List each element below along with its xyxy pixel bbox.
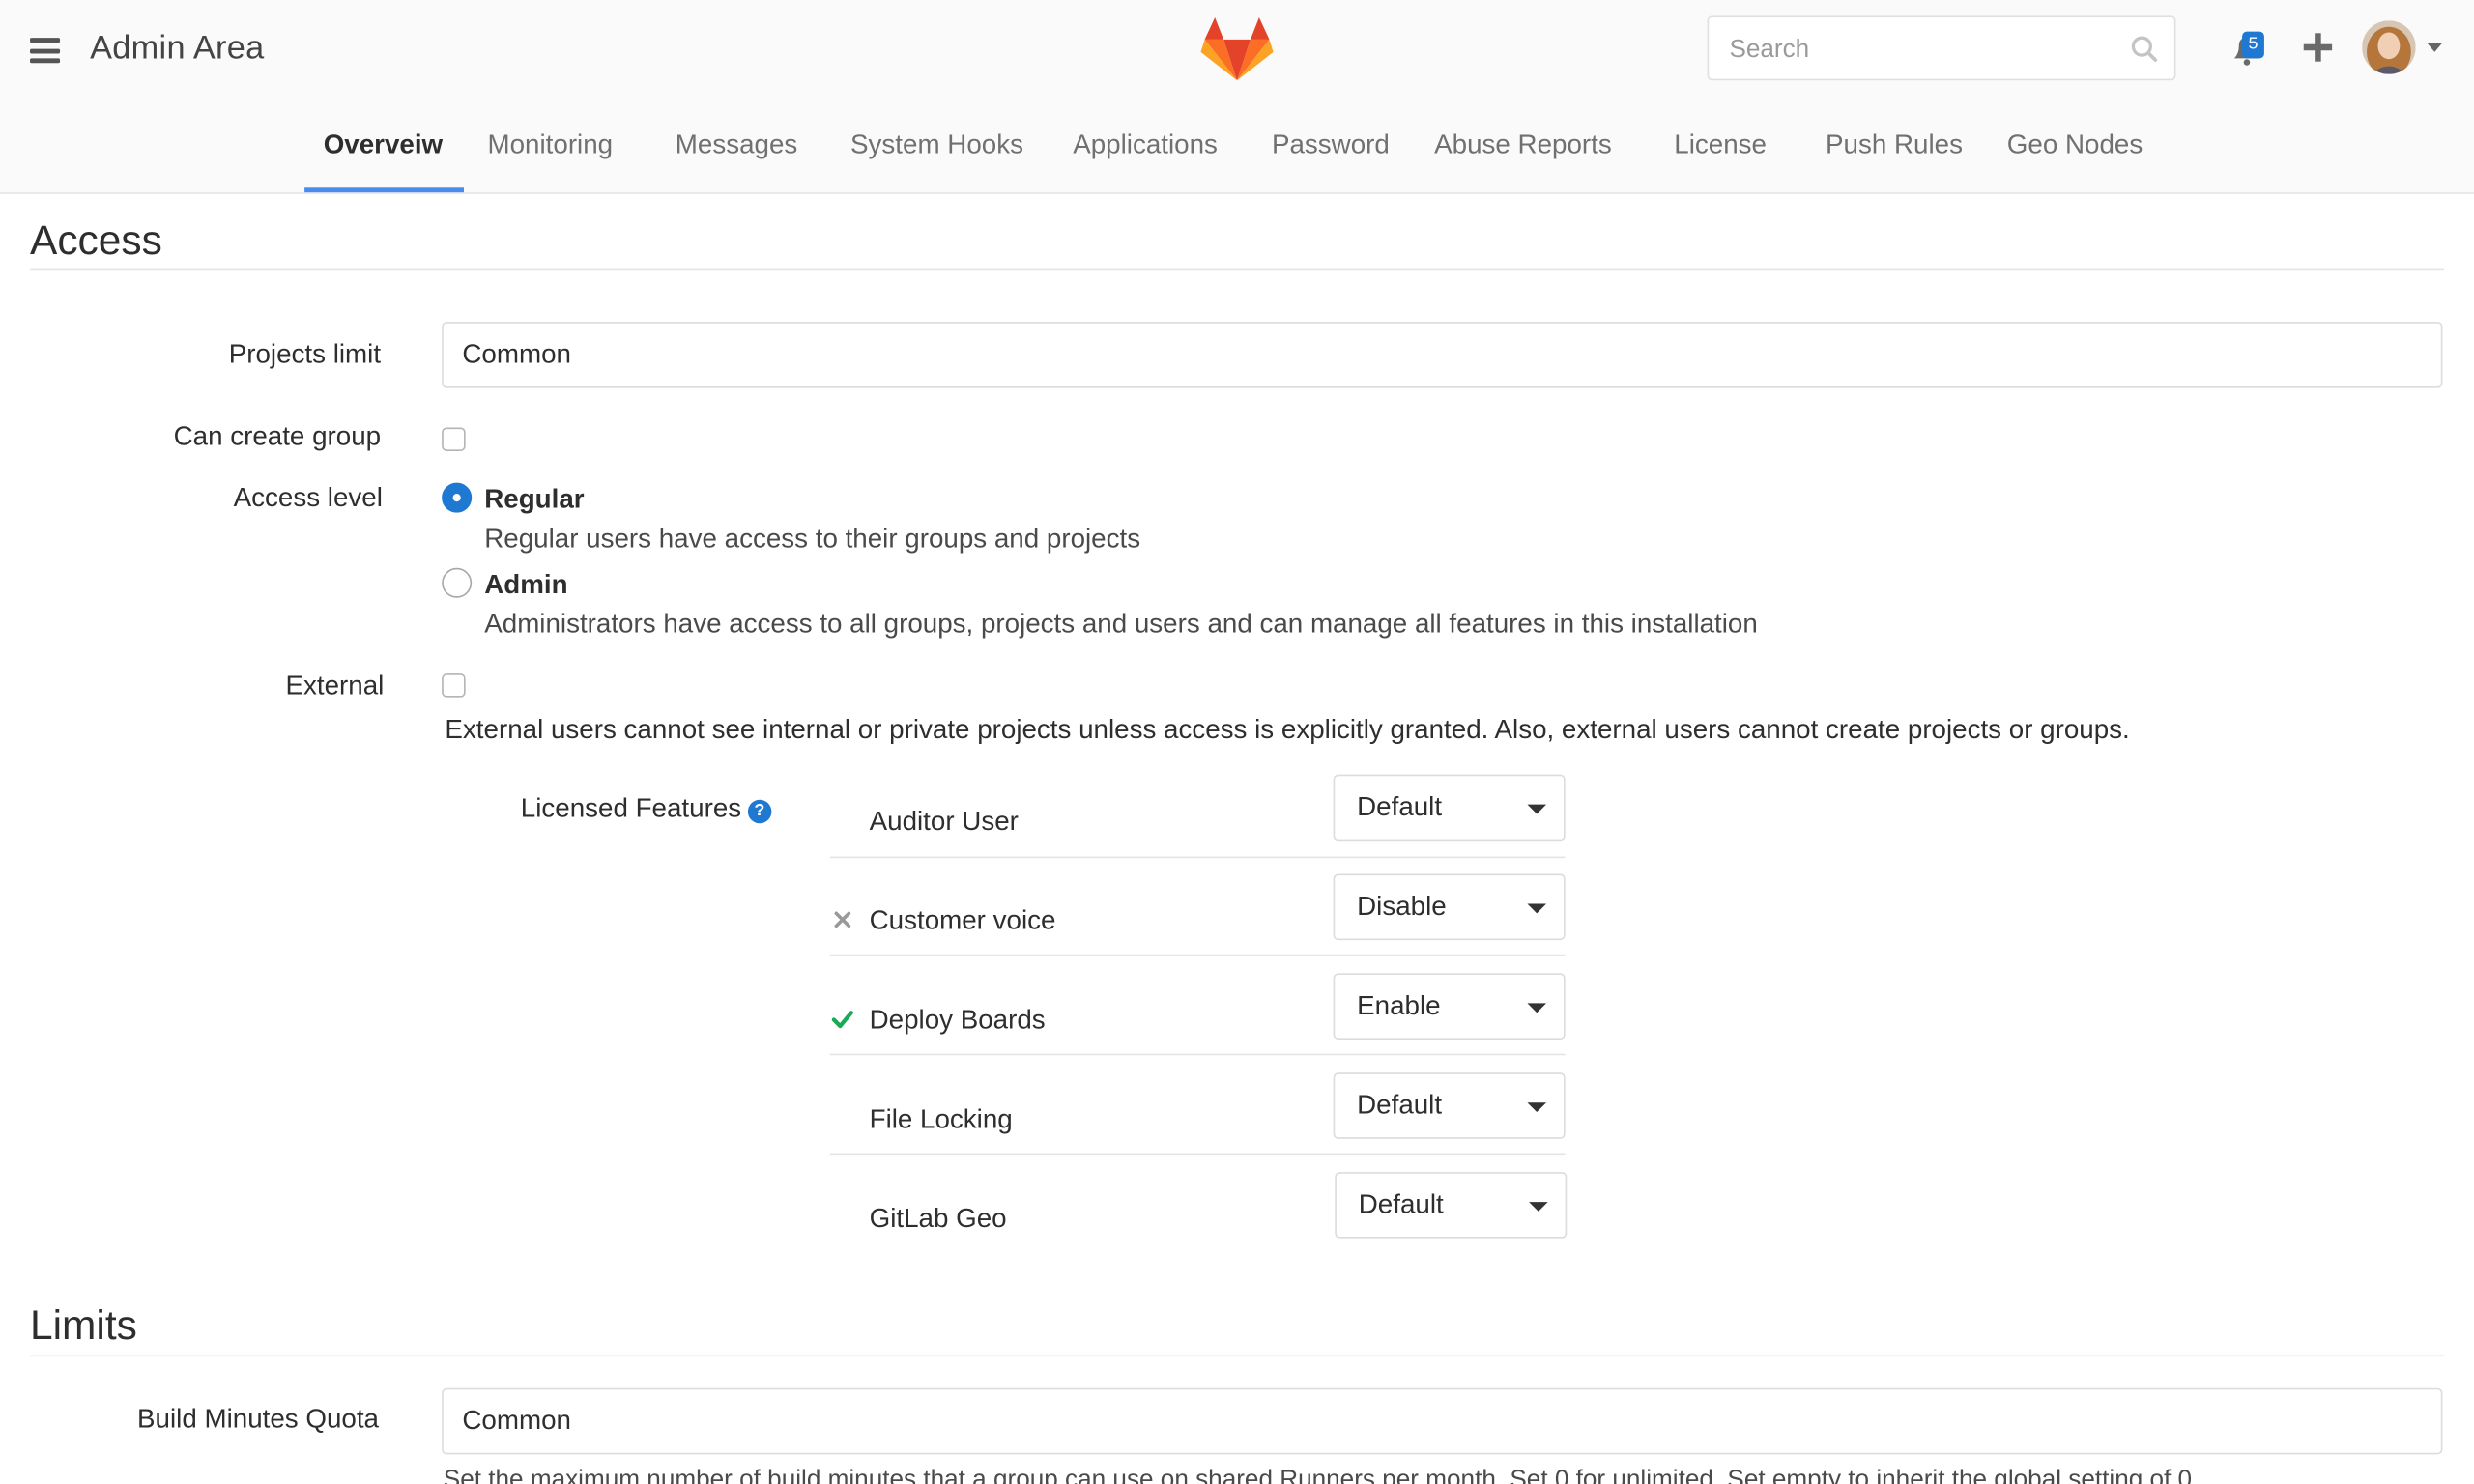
projects-limit-field[interactable] — [442, 322, 2443, 388]
regular-option-help: Regular users have access to their group… — [484, 524, 1141, 555]
section-divider — [30, 268, 2445, 271]
feature-select-value: Default — [1357, 791, 1443, 822]
feature-row-customer-voice: Customer voice Disable — [830, 873, 1566, 972]
user-avatar-image — [2362, 20, 2416, 74]
feature-row-file-locking: File Locking Default — [830, 1072, 1566, 1170]
gitlab-logo-icon[interactable] — [1200, 15, 1274, 82]
can-create-group-label: Can create group — [173, 420, 382, 451]
feature-select-value: Enable — [1357, 990, 1441, 1021]
feature-select-deploy-boards[interactable]: Enable — [1333, 973, 1566, 1040]
search-input[interactable] — [1726, 30, 2112, 71]
admin-tabs: Overveiw Monitoring Messages System Hook… — [0, 117, 2474, 193]
notifications-button[interactable]: 5 — [2225, 28, 2269, 72]
regular-option-title: Regular — [484, 484, 585, 515]
dropdown-caret-icon — [1527, 804, 1547, 814]
tab-monitoring[interactable]: Monitoring — [488, 129, 614, 161]
external-label: External — [285, 670, 385, 700]
feature-name: GitLab Geo — [869, 1203, 1007, 1234]
feature-select-auditor-user[interactable]: Default — [1333, 774, 1566, 842]
tab-overview[interactable]: Overveiw — [324, 129, 443, 161]
build-minutes-help-text: Set the maximum number of build minutes … — [443, 1467, 2193, 1484]
feature-divider — [829, 1153, 1566, 1156]
chevron-down-icon[interactable] — [2427, 43, 2443, 52]
dropdown-caret-icon — [1527, 1003, 1547, 1013]
feature-select-value: Default — [1358, 1189, 1444, 1220]
build-minutes-quota-field[interactable] — [442, 1387, 2443, 1455]
licensed-features-label: Licensed Features? — [520, 793, 772, 825]
feature-select-value: Disable — [1357, 891, 1447, 922]
projects-limit-label: Projects limit — [228, 339, 382, 370]
tab-password[interactable]: Password — [1272, 129, 1390, 161]
licensed-features-label-text: Licensed Features — [520, 793, 742, 824]
can-create-group-checkbox[interactable] — [442, 427, 466, 451]
feature-divider — [829, 856, 1566, 859]
tab-abuse-reports[interactable]: Abuse Reports — [1434, 129, 1612, 161]
feature-select-value: Default — [1357, 1090, 1443, 1121]
active-tab-indicator — [304, 187, 465, 193]
plus-icon[interactable] — [2300, 30, 2335, 65]
tab-system-hooks[interactable]: System Hooks — [850, 129, 1023, 161]
feature-name: File Locking — [869, 1103, 1013, 1134]
hamburger-menu-icon[interactable] — [30, 38, 61, 64]
dropdown-caret-icon — [1527, 903, 1547, 914]
tab-applications[interactable]: Applications — [1073, 129, 1218, 161]
top-navbar: Admin Area 5 — [0, 0, 2474, 194]
admin-option-title: Admin — [484, 569, 568, 600]
feature-name: Deploy Boards — [869, 1005, 1046, 1036]
section-divider — [30, 1355, 2445, 1357]
avatar[interactable] — [2362, 20, 2416, 74]
external-help-text: External users cannot see internal or pr… — [445, 714, 2130, 745]
feature-row-gitlab-geo: GitLab Geo Default — [830, 1172, 1568, 1270]
feature-name: Customer voice — [869, 905, 1056, 936]
external-checkbox[interactable] — [442, 673, 466, 698]
search-box[interactable] — [1707, 15, 2176, 81]
access-section-title: Access — [30, 215, 162, 264]
x-mark-icon — [834, 911, 851, 928]
dropdown-caret-icon — [1529, 1202, 1548, 1212]
question-mark-icon[interactable]: ? — [747, 799, 772, 824]
feature-divider — [829, 954, 1566, 956]
tab-push-rules[interactable]: Push Rules — [1826, 129, 1963, 161]
check-mark-icon — [831, 1011, 853, 1029]
tab-license[interactable]: License — [1674, 129, 1767, 161]
tab-geo-nodes[interactable]: Geo Nodes — [2007, 129, 2143, 161]
access-level-admin-radio[interactable] — [442, 567, 473, 598]
feature-row-deploy-boards: Deploy Boards Enable — [830, 973, 1566, 1070]
dropdown-caret-icon — [1527, 1102, 1547, 1113]
tab-messages[interactable]: Messages — [676, 129, 798, 161]
build-minutes-quota-label: Build Minutes Quota — [137, 1404, 380, 1435]
feature-name: Auditor User — [869, 806, 1019, 837]
admin-option-help: Administrators have access to all groups… — [484, 609, 1758, 640]
notification-count-badge: 5 — [2242, 31, 2264, 59]
feature-divider — [829, 1053, 1566, 1056]
search-icon[interactable] — [2130, 35, 2158, 63]
feature-select-file-locking[interactable]: Default — [1333, 1072, 1566, 1139]
access-level-regular-radio[interactable] — [442, 482, 473, 513]
access-level-label: Access level — [233, 482, 383, 513]
feature-select-customer-voice[interactable]: Disable — [1333, 873, 1566, 941]
page-title: Admin Area — [90, 30, 265, 67]
feature-select-gitlab-geo[interactable]: Default — [1335, 1172, 1568, 1239]
limits-section-title: Limits — [30, 1300, 137, 1349]
